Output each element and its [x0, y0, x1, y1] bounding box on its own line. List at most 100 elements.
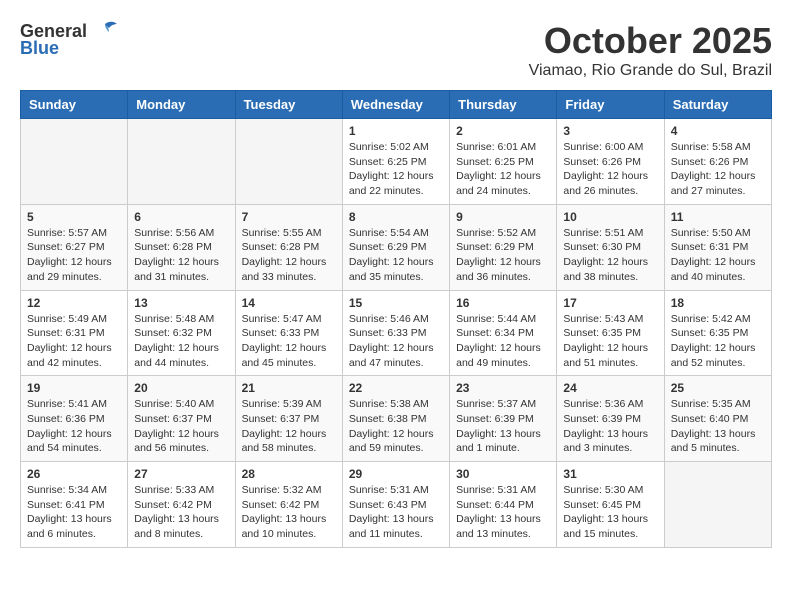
calendar-day-cell: 30Sunrise: 5:31 AMSunset: 6:44 PMDayligh…: [450, 462, 557, 548]
day-info: Sunrise: 5:35 AMSunset: 6:40 PMDaylight:…: [671, 397, 765, 456]
day-info: Sunrise: 5:49 AMSunset: 6:31 PMDaylight:…: [27, 312, 121, 371]
daylight-text: Daylight: 12 hours and 58 minutes.: [242, 428, 327, 455]
daylight-text: Daylight: 12 hours and 31 minutes.: [134, 256, 219, 283]
daylight-text: Daylight: 13 hours and 5 minutes.: [671, 428, 756, 455]
daylight-text: Daylight: 12 hours and 45 minutes.: [242, 342, 327, 369]
daylight-text: Daylight: 13 hours and 1 minute.: [456, 428, 541, 455]
calendar-day-cell: 19Sunrise: 5:41 AMSunset: 6:36 PMDayligh…: [21, 376, 128, 462]
day-number: 18: [671, 296, 765, 310]
daylight-text: Daylight: 12 hours and 40 minutes.: [671, 256, 756, 283]
day-of-week-header: Thursday: [450, 91, 557, 119]
sunrise-text: Sunrise: 5:49 AM: [27, 313, 107, 325]
sunset-text: Sunset: 6:39 PM: [563, 413, 641, 425]
sunrise-text: Sunrise: 5:35 AM: [671, 398, 751, 410]
daylight-text: Daylight: 12 hours and 35 minutes.: [349, 256, 434, 283]
logo: General Blue: [20, 20, 119, 59]
sunset-text: Sunset: 6:37 PM: [134, 413, 212, 425]
sunset-text: Sunset: 6:43 PM: [349, 499, 427, 511]
sunrise-text: Sunrise: 5:57 AM: [27, 227, 107, 239]
day-info: Sunrise: 5:30 AMSunset: 6:45 PMDaylight:…: [563, 483, 657, 542]
daylight-text: Daylight: 12 hours and 36 minutes.: [456, 256, 541, 283]
day-info: Sunrise: 5:51 AMSunset: 6:30 PMDaylight:…: [563, 226, 657, 285]
day-info: Sunrise: 5:40 AM Sunset: 6:37 PM Daylight:…: [134, 397, 228, 456]
sunset-text: Sunset: 6:33 PM: [242, 327, 320, 339]
day-info: Sunrise: 5:48 AMSunset: 6:32 PMDaylight:…: [134, 312, 228, 371]
daylight-text: Daylight: 12 hours and 47 minutes.: [349, 342, 434, 369]
day-number: 1: [349, 124, 443, 138]
calendar-header-row: SundayMondayTuesdayWednesdayThursdayFrid…: [21, 91, 772, 119]
sunrise-text: Sunrise: 5:37 AM: [456, 398, 536, 410]
calendar-day-cell: 5 Sunrise: 5:57 AM Sunset: 6:27 PM Daylight…: [21, 204, 128, 290]
calendar-day-cell: 16Sunrise: 5:44 AMSunset: 6:34 PMDayligh…: [450, 290, 557, 376]
sunset-text: Sunset: 6:27 PM: [27, 241, 105, 253]
sunrise-text: Sunrise: 5:56 AM: [134, 227, 214, 239]
sunset-text: Sunset: 6:28 PM: [134, 241, 212, 253]
sunset-text: Sunset: 6:31 PM: [671, 241, 749, 253]
sunrise-text: Sunrise: 5:40 AM: [134, 398, 214, 410]
calendar-day-cell: 20 Sunrise: 5:40 AM Sunset: 6:37 PM Dayligh…: [128, 376, 235, 462]
daylight-text: Daylight: 12 hours and 29 minutes.: [27, 256, 112, 283]
day-number: 25: [671, 381, 765, 395]
sunset-text: Sunset: 6:36 PM: [27, 413, 105, 425]
sunrise-text: Sunrise: 5:58 AM: [671, 141, 751, 153]
sunset-text: Sunset: 6:41 PM: [27, 499, 105, 511]
daylight-text: Daylight: 12 hours and 52 minutes.: [671, 342, 756, 369]
day-info: Sunrise: 5:47 AMSunset: 6:33 PMDaylight:…: [242, 312, 336, 371]
calendar-day-cell: 21Sunrise: 5:39 AMSunset: 6:37 PMDayligh…: [235, 376, 342, 462]
day-number: 12: [27, 296, 121, 310]
sunrise-text: Sunrise: 5:36 AM: [563, 398, 643, 410]
logo-blue-text: Blue: [20, 38, 59, 59]
day-number: 20: [134, 381, 228, 395]
daylight-text: Daylight: 12 hours and 22 minutes.: [349, 170, 434, 197]
calendar-day-cell: 7Sunrise: 5:55 AMSunset: 6:28 PMDaylight…: [235, 204, 342, 290]
day-info: Sunrise: 5:42 AMSunset: 6:35 PMDaylight:…: [671, 312, 765, 371]
sunset-text: Sunset: 6:31 PM: [27, 327, 105, 339]
day-of-week-header: Tuesday: [235, 91, 342, 119]
month-title: October 2025: [529, 20, 772, 62]
day-number: 9: [456, 210, 550, 224]
sunrise-text: Sunrise: 5:54 AM: [349, 227, 429, 239]
day-number: 27: [134, 467, 228, 481]
sunrise-text: Sunrise: 5:33 AM: [134, 484, 214, 496]
calendar-week-row: 5 Sunrise: 5:57 AM Sunset: 6:27 PM Daylight…: [21, 204, 772, 290]
day-number: 17: [563, 296, 657, 310]
day-number: 22: [349, 381, 443, 395]
sunset-text: Sunset: 6:29 PM: [349, 241, 427, 253]
calendar-day-cell: 1Sunrise: 5:02 AMSunset: 6:25 PMDaylight…: [342, 119, 449, 205]
sunset-text: Sunset: 6:42 PM: [134, 499, 212, 511]
day-number: 5: [27, 210, 121, 224]
calendar-day-cell: 22 Sunrise: 5:38 AMSunset: 6:38 PMDayligh…: [342, 376, 449, 462]
day-number: 3: [563, 124, 657, 138]
day-number: 8: [349, 210, 443, 224]
sunset-text: Sunset: 6:25 PM: [456, 156, 534, 168]
sunrise-text: Sunrise: 5:50 AM: [671, 227, 751, 239]
day-info: Sunrise: 5:32 AMSunset: 6:42 PMDaylight:…: [242, 483, 336, 542]
sunrise-text: Sunrise: 6:00 AM: [563, 141, 643, 153]
calendar-day-cell: 27 Sunrise: 5:33 AM Sunset: 6:42 PM Dayligh…: [128, 462, 235, 548]
calendar-day-cell: 31 Sunrise: 5:30 AMSunset: 6:45 PMDayligh…: [557, 462, 664, 548]
sunrise-text: Sunrise: 5:55 AM: [242, 227, 322, 239]
daylight-text: Daylight: 13 hours and 6 minutes.: [27, 513, 112, 540]
title-block: October 2025 Viamao, Rio Grande do Sul, …: [529, 20, 772, 80]
calendar-day-cell: 26Sunrise: 5:34 AMSunset: 6:41 PMDayligh…: [21, 462, 128, 548]
day-info: Sunrise: 5:33 AM Sunset: 6:42 PM Daylight:…: [134, 483, 228, 542]
day-number: 10: [563, 210, 657, 224]
calendar-day-cell: [664, 462, 771, 548]
sunset-text: Sunset: 6:28 PM: [242, 241, 320, 253]
daylight-text: Daylight: 12 hours and 24 minutes.: [456, 170, 541, 197]
calendar-day-cell: 23Sunrise: 5:37 AMSunset: 6:39 PMDayligh…: [450, 376, 557, 462]
daylight-text: Daylight: 13 hours and 10 minutes.: [242, 513, 327, 540]
day-number: 7: [242, 210, 336, 224]
day-info: Sunrise: 5:34 AMSunset: 6:41 PMDaylight:…: [27, 483, 121, 542]
daylight-text: Daylight: 13 hours and 3 minutes.: [563, 428, 648, 455]
day-number: 31: [563, 467, 657, 481]
sunrise-text: Sunrise: 5:48 AM: [134, 313, 214, 325]
daylight-text: Daylight: 12 hours and 56 minutes.: [134, 428, 219, 455]
sunset-text: Sunset: 6:39 PM: [456, 413, 534, 425]
sunset-text: Sunset: 6:35 PM: [671, 327, 749, 339]
sunrise-text: Sunrise: 5:41 AM: [27, 398, 107, 410]
day-info: Sunrise: 5:38 AMSunset: 6:38 PMDaylight:…: [349, 397, 443, 456]
daylight-text: Daylight: 12 hours and 51 minutes.: [563, 342, 648, 369]
daylight-text: Daylight: 13 hours and 8 minutes.: [134, 513, 219, 540]
calendar-day-cell: 11Sunrise: 5:50 AMSunset: 6:31 PMDayligh…: [664, 204, 771, 290]
